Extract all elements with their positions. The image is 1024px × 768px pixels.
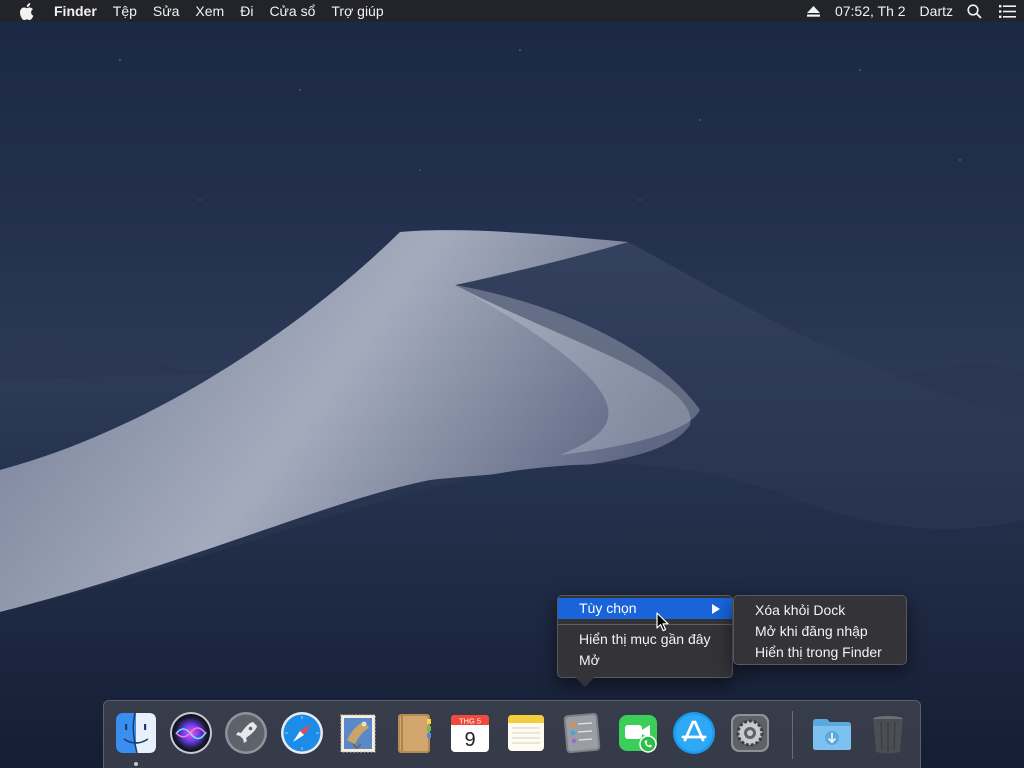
submenu-item-open-at-login[interactable]: Mở khi đăng nhập xyxy=(734,621,906,642)
options-submenu: Xóa khỏi Dock Mở khi đăng nhập Hiển thị … xyxy=(733,595,907,665)
dock: THG 5 9 xyxy=(103,700,921,768)
trash-icon[interactable] xyxy=(865,710,911,756)
menu-bar: Finder Tệp Sửa Xem Đi Cửa sổ Trợ giúp 07… xyxy=(0,0,1024,22)
menu-item-options[interactable]: Tùy chọn xyxy=(558,598,732,619)
siri-icon[interactable] xyxy=(168,710,214,756)
menu-item-options-label: Tùy chọn xyxy=(579,600,637,616)
submenu-arrow-icon xyxy=(712,604,720,614)
menu-separator xyxy=(558,624,732,625)
facetime-icon[interactable] xyxy=(615,710,661,756)
submenu-item-show-in-finder[interactable]: Hiển thị trong Finder xyxy=(734,642,906,663)
contacts-icon[interactable] xyxy=(391,710,437,756)
system-preferences-icon[interactable] xyxy=(727,710,773,756)
clock[interactable]: 07:52, Th 2 xyxy=(835,0,906,22)
finder-icon[interactable] xyxy=(113,710,159,756)
safari-icon[interactable] xyxy=(279,710,325,756)
menu-file[interactable]: Tệp xyxy=(105,0,145,22)
menu-item-open[interactable]: Mở xyxy=(558,650,732,671)
calendar-month: THG 5 xyxy=(459,717,481,726)
search-icon[interactable] xyxy=(967,0,985,22)
user-name[interactable]: Dartz xyxy=(920,0,953,22)
submenu-item-remove-from-dock[interactable]: Xóa khỏi Dock xyxy=(734,600,906,621)
menu-view[interactable]: Xem xyxy=(187,0,232,22)
menu-item-show-recents[interactable]: Hiển thị mục gần đây xyxy=(558,629,732,650)
menu-help[interactable]: Trợ giúp xyxy=(323,0,391,22)
launchpad-icon[interactable] xyxy=(223,710,269,756)
eject-icon[interactable] xyxy=(806,0,821,22)
dock-context-menu: Tùy chọn Hiển thị mục gần đây Mở xyxy=(557,595,733,678)
menu-go[interactable]: Đi xyxy=(232,0,261,22)
mouse-cursor-icon xyxy=(656,612,669,632)
context-menu-pointer xyxy=(575,677,595,687)
notes-icon[interactable] xyxy=(503,710,549,756)
menu-app-finder[interactable]: Finder xyxy=(54,0,105,22)
menu-edit[interactable]: Sửa xyxy=(145,0,188,22)
list-icon[interactable] xyxy=(999,0,1017,22)
mail-icon[interactable] xyxy=(335,710,381,756)
downloads-folder-icon[interactable] xyxy=(809,710,855,756)
apple-logo-icon[interactable] xyxy=(19,0,39,22)
menu-window[interactable]: Cửa sổ xyxy=(261,0,323,22)
dock-divider xyxy=(792,711,793,759)
calendar-icon[interactable]: THG 5 9 xyxy=(447,710,493,756)
calendar-day: 9 xyxy=(464,729,475,751)
running-indicator xyxy=(134,762,138,766)
reminders-icon[interactable] xyxy=(559,710,605,756)
app-store-icon[interactable] xyxy=(671,710,717,756)
status-area: 07:52, Th 2 Dartz xyxy=(800,0,1024,22)
